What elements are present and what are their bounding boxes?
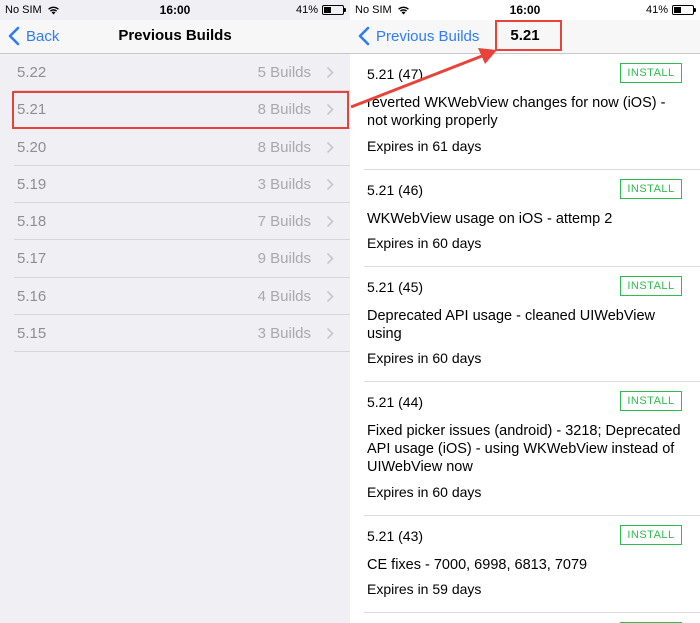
battery-percent: 41% bbox=[645, 4, 668, 16]
back-button[interactable]: Previous Builds bbox=[358, 26, 479, 46]
version-label: 5.15 bbox=[17, 325, 47, 343]
build-notes: CE fixes - 7000, 6998, 6813, 7079 bbox=[367, 557, 588, 573]
build-number: 5.21 (45) bbox=[367, 279, 424, 295]
build-expiry: Expires in 60 days bbox=[367, 484, 482, 500]
version-list: 5.22 5 Builds 5.21 8 Builds 5.20 8 Build… bbox=[0, 54, 350, 353]
build-number: 5.21 (46) bbox=[367, 182, 424, 198]
build-notes: Fixed picker issues (android) - 3218; De… bbox=[367, 423, 681, 475]
build-item bbox=[364, 613, 700, 623]
version-row-5.19[interactable]: 5.19 3 Builds bbox=[14, 166, 350, 204]
build-count: 5 Builds bbox=[257, 64, 311, 81]
install-button[interactable]: INSTALL bbox=[620, 391, 682, 411]
version-builds-screen: No SIM 16:00 41% Previous Builds 5.21 5.… bbox=[350, 0, 700, 623]
chevron-right-icon bbox=[326, 290, 334, 302]
build-item: 5.21 (46) INSTALL WKWebView usage on iOS… bbox=[364, 170, 700, 267]
chevron-left-icon bbox=[358, 26, 370, 46]
battery-icon bbox=[322, 5, 346, 15]
navigation-bar: Back Previous Builds bbox=[0, 20, 350, 54]
back-label: Previous Builds bbox=[376, 27, 480, 45]
battery-icon bbox=[672, 5, 696, 15]
build-number: 5.21 (44) bbox=[367, 394, 424, 410]
page-title: 5.21 bbox=[510, 27, 540, 44]
build-item: 5.21 (44) INSTALL Fixed picker issues (a… bbox=[364, 382, 700, 516]
navigation-bar: Previous Builds 5.21 bbox=[350, 20, 700, 54]
install-button[interactable]: INSTALL bbox=[620, 179, 682, 199]
version-label: 5.17 bbox=[17, 250, 47, 268]
build-expiry: Expires in 61 days bbox=[367, 138, 482, 154]
install-button[interactable]: INSTALL bbox=[620, 276, 682, 296]
version-row-5.22[interactable]: 5.22 5 Builds bbox=[14, 54, 350, 92]
chevron-right-icon bbox=[326, 104, 334, 116]
version-row-5.18[interactable]: 5.18 7 Builds bbox=[14, 203, 350, 241]
version-row-5.20[interactable]: 5.20 8 Builds bbox=[14, 129, 350, 166]
version-label: 5.19 bbox=[17, 175, 47, 193]
previous-builds-screen: No SIM 16:00 41% Back Previous Builds 5.… bbox=[0, 0, 350, 623]
build-count: 4 Builds bbox=[257, 287, 311, 305]
build-expiry: Expires in 59 days bbox=[367, 581, 482, 597]
install-button[interactable]: INSTALL bbox=[620, 63, 682, 83]
build-list: 5.21 (47) INSTALL reverted WKWebView cha… bbox=[350, 54, 700, 623]
page-title: Previous Builds bbox=[118, 27, 232, 44]
build-notes: reverted WKWebView changes for now (iOS)… bbox=[367, 95, 666, 129]
build-number: 5.21 (47) bbox=[367, 66, 424, 82]
version-label: 5.20 bbox=[17, 138, 47, 156]
install-button[interactable]: INSTALL bbox=[620, 525, 682, 545]
build-count: 9 Builds bbox=[257, 250, 311, 268]
build-count: 3 Builds bbox=[257, 325, 311, 343]
build-count: 8 Builds bbox=[257, 138, 311, 156]
build-item: 5.21 (45) INSTALL Deprecated API usage -… bbox=[364, 267, 700, 382]
build-notes: Deprecated API usage - cleaned UIWebView… bbox=[367, 308, 656, 342]
version-label: 5.18 bbox=[17, 213, 47, 231]
build-expiry: Expires in 60 days bbox=[367, 350, 482, 366]
chevron-right-icon bbox=[326, 216, 334, 228]
build-count: 8 Builds bbox=[257, 101, 311, 119]
chevron-right-icon bbox=[326, 178, 334, 190]
build-count: 7 Builds bbox=[257, 213, 311, 231]
chevron-right-icon bbox=[326, 141, 334, 153]
build-number: 5.21 (43) bbox=[367, 528, 424, 544]
build-notes: WKWebView usage on iOS - attemp 2 bbox=[367, 211, 613, 227]
status-bar: No SIM 16:00 41% bbox=[350, 0, 700, 20]
chevron-right-icon bbox=[326, 253, 334, 265]
version-row-5.15[interactable]: 5.15 3 Builds bbox=[14, 315, 350, 353]
build-item: 5.21 (47) INSTALL reverted WKWebView cha… bbox=[364, 54, 700, 170]
build-item: 5.21 (43) INSTALL CE fixes - 7000, 6998,… bbox=[364, 516, 700, 613]
chevron-right-icon bbox=[326, 328, 334, 340]
chevron-right-icon bbox=[326, 66, 334, 79]
battery-percent: 41% bbox=[295, 4, 318, 16]
status-bar: No SIM 16:00 41% bbox=[0, 0, 350, 20]
version-row-5.17[interactable]: 5.17 9 Builds bbox=[14, 240, 350, 278]
version-row-5.21[interactable]: 5.21 8 Builds bbox=[14, 91, 350, 129]
build-count: 3 Builds bbox=[257, 175, 311, 193]
version-label: 5.22 bbox=[17, 64, 47, 81]
version-label: 5.21 bbox=[17, 101, 47, 119]
version-row-5.16[interactable]: 5.16 4 Builds bbox=[14, 278, 350, 316]
build-expiry: Expires in 60 days bbox=[367, 235, 482, 251]
version-label: 5.16 bbox=[17, 287, 47, 305]
